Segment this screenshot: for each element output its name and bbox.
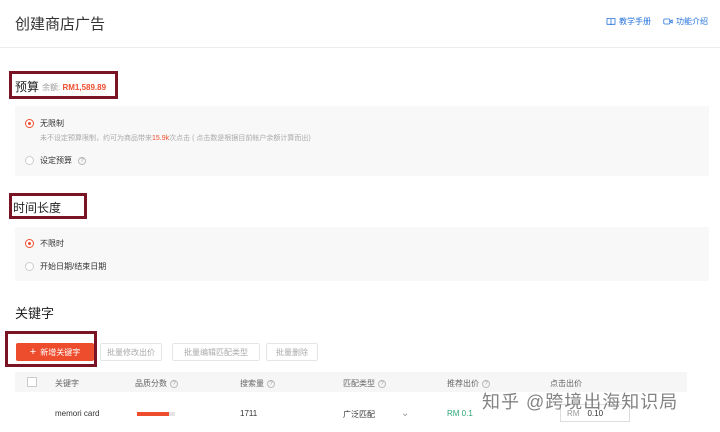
row-search-volume: 1711 [240, 409, 258, 418]
col-suggested-bid-label: 推荐出价 [447, 379, 479, 388]
col-quality-score-label: 品质分数 [135, 379, 167, 388]
budget-hint-prefix: 未不设定预算限制，约可为商品带来 [40, 135, 152, 142]
add-keyword-label: 新增关键字 [40, 347, 81, 357]
budget-title: 预算 [15, 80, 40, 94]
help-icon[interactable]: ? [78, 156, 86, 165]
keywords-title: 关键字 [15, 306, 55, 321]
bulk-edit-match-type-button[interactable]: 批量编辑匹配类型 [172, 343, 260, 361]
bulk-delete-button[interactable]: 批量删除 [266, 343, 318, 361]
page-title: 创建商店广告 [15, 16, 106, 33]
col-quality-score: 品质分数? [135, 378, 178, 389]
feature-intro-link[interactable]: 功能介绍 [663, 16, 708, 27]
help-icon[interactable]: ? [170, 379, 178, 388]
duration-unlimited-option[interactable]: 不限时 [25, 238, 64, 249]
col-search-volume-label: 搜索量 [240, 379, 264, 388]
radio-unselected-icon [25, 262, 34, 271]
col-match-type-label: 匹配类型 [343, 379, 375, 388]
balance-label: 余额: [42, 83, 61, 92]
feature-intro-link-label: 功能介绍 [676, 17, 708, 26]
chevron-down-icon[interactable]: ⌄ [401, 408, 409, 419]
budget-balance: 余额: RM1,589.89 [42, 82, 106, 93]
quality-score-bar [137, 412, 175, 416]
balance-value: RM1,589.89 [62, 83, 107, 92]
select-all-checkbox[interactable] [27, 377, 37, 387]
budget-hint-suffix: 次点击 ( 点击数是根据目前帐户余额计算而出) [169, 135, 311, 142]
col-search-volume: 搜索量? [240, 378, 275, 389]
add-keyword-button[interactable]: + 新增关键字 [16, 343, 94, 361]
budget-set-label: 设定预算 [40, 156, 72, 165]
help-icon[interactable]: ? [482, 379, 490, 388]
help-icon[interactable]: ? [378, 379, 386, 388]
radio-unselected-icon [25, 156, 34, 165]
tutorial-link-label: 教学手册 [619, 17, 651, 26]
budget-hint: 未不设定预算限制，约可为商品带来15.9k次点击 ( 点击数是根据目前帐户余额计… [40, 133, 311, 143]
col-match-type: 匹配类型? [343, 378, 386, 389]
duration-daterange-option[interactable]: 开始日期/结束日期 [25, 261, 106, 272]
tutorial-link[interactable]: 教学手册 [606, 16, 651, 27]
duration-unlimited-label: 不限时 [40, 239, 64, 248]
row-suggested-bid: RM 0.1 [447, 409, 473, 418]
radio-selected-icon [25, 119, 34, 128]
plus-icon: + [29, 345, 37, 358]
duration-panel [15, 227, 709, 281]
page-header: 创建商店广告 教学手册 功能介绍 [0, 0, 720, 48]
header-links: 教学手册 功能介绍 [606, 16, 708, 27]
watermark: 知乎 @跨境出海知识局 [482, 392, 679, 412]
budget-hint-value: 15.9k [152, 135, 170, 142]
budget-unlimited-label: 无限制 [40, 119, 64, 128]
budget-unlimited-option[interactable]: 无限制 [25, 118, 64, 129]
help-icon[interactable]: ? [267, 379, 275, 388]
budget-set-option[interactable]: 设定预算 ? [25, 155, 86, 166]
row-match-type[interactable]: 广泛匹配 [343, 409, 375, 420]
col-keyword: 关键字 [55, 379, 79, 388]
bulk-edit-bid-button[interactable]: 批量修改出价 [100, 343, 162, 361]
duration-daterange-label: 开始日期/结束日期 [40, 262, 107, 271]
duration-title: 时间长度 [13, 201, 62, 215]
row-keyword: memori card [55, 409, 100, 418]
radio-selected-icon [25, 239, 34, 248]
quality-score-fill [137, 412, 170, 416]
video-icon [663, 18, 673, 25]
book-icon [606, 18, 616, 26]
